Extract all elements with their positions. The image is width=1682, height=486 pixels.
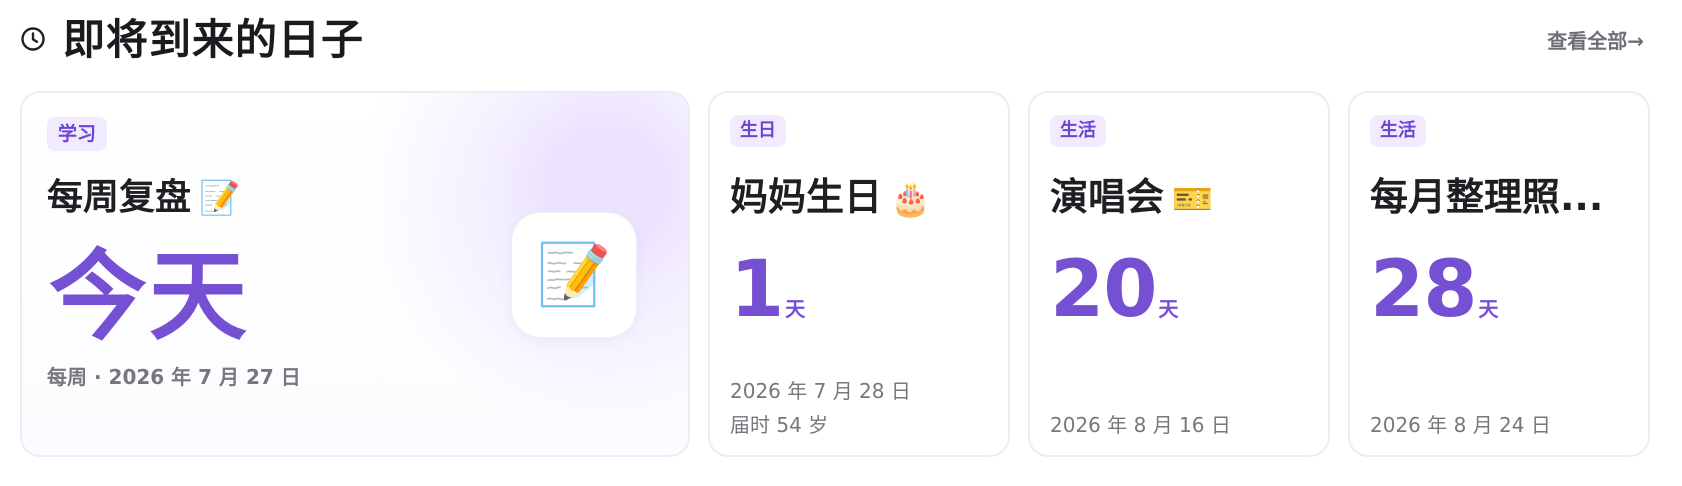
category-tag: 生活 <box>1050 115 1106 147</box>
event-card-weekly-review[interactable]: 学习 每周复盘 📝 今天 每周 · 2026 年 7 月 27 日 📝 <box>20 91 690 457</box>
event-title: 演唱会 🎫 <box>1050 175 1213 221</box>
event-card-concert[interactable]: 生活 演唱会 🎫 20 天 2026 年 8 月 16 日 <box>1028 91 1330 457</box>
memo-icon: 📝 <box>512 213 636 337</box>
event-date: 2026 年 8 月 16 日 <box>1050 413 1231 437</box>
event-card-photo-organizing[interactable]: 生活 每月整理照... 28 天 2026 年 8 月 24 日 <box>1348 91 1650 457</box>
event-title: 妈妈生日 🎂 <box>730 175 931 221</box>
memo-emoji-icon: 📝 <box>199 178 241 217</box>
days-number: 20 <box>1050 245 1158 335</box>
event-card-mom-birthday[interactable]: 生日 妈妈生日 🎂 1天 2026 年 7 月 28 日 届时 54 岁 <box>708 91 1010 457</box>
days-unit: 天 <box>1158 297 1179 321</box>
event-date: 2026 年 7 月 28 日 <box>730 379 911 403</box>
category-tag: 生日 <box>730 115 786 147</box>
category-tag: 学习 <box>47 117 108 151</box>
age-note: 届时 54 岁 <box>730 413 829 437</box>
event-recurrence-date: 每周 · 2026 年 7 月 27 日 <box>47 365 301 389</box>
event-date: 2026 年 8 月 24 日 <box>1370 413 1551 437</box>
event-title-text: 每月整理照... <box>1370 175 1604 219</box>
countdown-days: 20 天 <box>1050 249 1179 331</box>
days-unit: 天 <box>1478 297 1499 321</box>
event-title: 每月整理照... <box>1370 175 1603 219</box>
upcoming-days-header: 即将到来的日子 查看全部→ <box>20 10 1662 70</box>
countdown-days: 28 天 <box>1370 249 1499 331</box>
countdown-today: 今天 <box>49 240 250 354</box>
days-number: 28 <box>1370 245 1478 335</box>
view-all-link[interactable]: 查看全部→ <box>1547 25 1644 54</box>
days-unit: 天 <box>785 297 806 321</box>
section-title: 即将到来的日子 <box>63 15 365 64</box>
event-title-text: 演唱会 <box>1050 175 1165 219</box>
clock-icon <box>20 26 46 52</box>
ticket-icon: 🎫 <box>1172 179 1214 218</box>
event-title: 每周复盘 📝 <box>47 177 240 219</box>
event-title-text: 每周复盘 <box>47 177 192 218</box>
birthday-cake-icon: 🎂 <box>890 179 932 218</box>
category-tag: 生活 <box>1370 115 1426 147</box>
countdown-days: 1天 <box>730 249 805 331</box>
event-title-text: 妈妈生日 <box>730 175 883 219</box>
days-number: 1 <box>730 245 784 335</box>
